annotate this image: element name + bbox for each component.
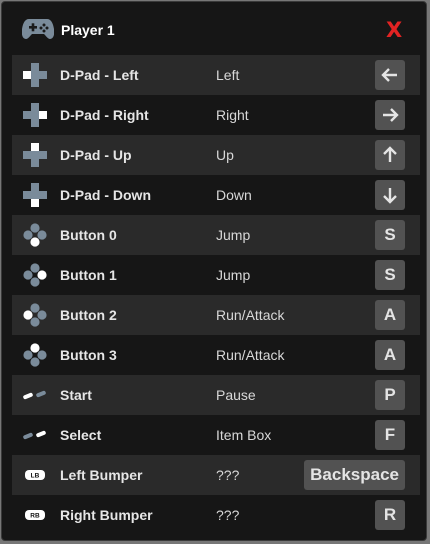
- binding-row: Start Pause P: [12, 375, 420, 415]
- binding-row: D-Pad - Down Down: [12, 175, 420, 215]
- binding-action: Jump: [216, 227, 251, 243]
- binding-name: D-Pad - Left: [60, 67, 139, 83]
- key-binding-button[interactable]: Backspace: [304, 460, 405, 490]
- right-bumper-icon: RB: [22, 503, 48, 527]
- dpad-left-icon: [22, 63, 48, 87]
- binding-row: RB Right Bumper??? R: [12, 495, 420, 535]
- binding-action: Down: [216, 187, 252, 203]
- binding-name: Right Bumper: [60, 507, 153, 523]
- gamepad-icon: [22, 19, 54, 39]
- key-binding-button[interactable]: R: [375, 500, 405, 530]
- key-binding-button[interactable]: [375, 60, 405, 90]
- binding-name: Button 0: [60, 227, 117, 243]
- binding-name: Select: [60, 427, 102, 443]
- binding-row: Button 1 Jump S: [12, 255, 420, 295]
- select-button-icon: [22, 423, 48, 447]
- key-binding-button[interactable]: [375, 180, 405, 210]
- binding-action: Left: [216, 67, 240, 83]
- binding-name: D-Pad - Up: [60, 147, 132, 163]
- key-binding-button[interactable]: S: [375, 260, 405, 290]
- binding-row: Select Item Box F: [12, 415, 420, 455]
- player-controls-panel: Player 1 X D-Pad - Left Left D-Pad - Right…: [1, 1, 427, 541]
- key-binding-button[interactable]: [375, 100, 405, 130]
- svg-text:RB: RB: [30, 513, 40, 520]
- binding-row: D-Pad - Left Left: [12, 55, 420, 95]
- binding-name: Button 2: [60, 307, 117, 323]
- key-binding-button[interactable]: P: [375, 380, 405, 410]
- key-binding-button[interactable]: A: [375, 340, 405, 370]
- binding-action: ???: [216, 507, 240, 523]
- binding-action: Up: [216, 147, 234, 163]
- binding-action: Jump: [216, 267, 251, 283]
- face-button-bottom-icon: [22, 223, 48, 247]
- left-bumper-icon: LB: [22, 463, 48, 487]
- svg-text:LB: LB: [31, 473, 40, 480]
- binding-name: D-Pad - Down: [60, 187, 151, 203]
- binding-action: Pause: [216, 387, 256, 403]
- binding-row: LB Left Bumper??? Backspace: [12, 455, 420, 495]
- binding-row: D-Pad - Right Right: [12, 95, 420, 135]
- start-button-icon: [22, 383, 48, 407]
- binding-action: Right: [216, 107, 249, 123]
- binding-name: Start: [60, 387, 92, 403]
- binding-name: D-Pad - Right: [60, 107, 149, 123]
- binding-row: D-Pad - Up Up: [12, 135, 420, 175]
- binding-action: Run/Attack: [216, 347, 285, 363]
- key-binding-button[interactable]: F: [375, 420, 405, 450]
- player-title: Player 1: [61, 22, 115, 38]
- binding-action: ???: [216, 467, 240, 483]
- binding-name: Button 1: [60, 267, 117, 283]
- binding-action: Item Box: [216, 427, 272, 443]
- bindings-list: D-Pad - Left Left D-Pad - Right Right D-Pad …: [12, 55, 420, 535]
- face-button-left-icon: [22, 303, 48, 327]
- dpad-down-icon: [22, 183, 48, 207]
- binding-name: Left Bumper: [60, 467, 143, 483]
- binding-name: Button 3: [60, 347, 117, 363]
- face-button-right-icon: [22, 263, 48, 287]
- binding-row: Button 3 Run/Attack A: [12, 335, 420, 375]
- key-binding-button[interactable]: A: [375, 300, 405, 330]
- binding-action: Run/Attack: [216, 307, 285, 323]
- key-binding-button[interactable]: S: [375, 220, 405, 250]
- dpad-right-icon: [22, 103, 48, 127]
- close-button[interactable]: X: [386, 18, 402, 42]
- panel-header: Player 1 X: [2, 2, 426, 54]
- binding-row: Button 0 Jump S: [12, 215, 420, 255]
- dpad-up-icon: [22, 143, 48, 167]
- face-button-top-icon: [22, 343, 48, 367]
- binding-row: Button 2 Run/Attack A: [12, 295, 420, 335]
- key-binding-button[interactable]: [375, 140, 405, 170]
